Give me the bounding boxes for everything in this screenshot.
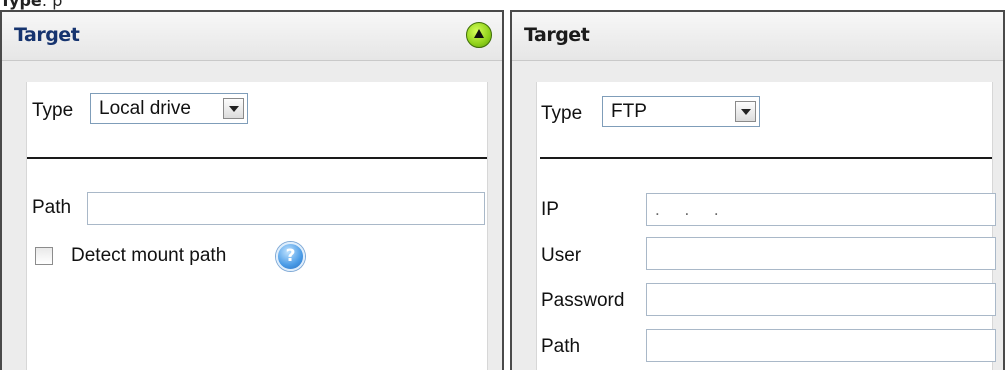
help-glyph: ? — [285, 246, 296, 266]
dropdown-arrow-icon[interactable] — [735, 101, 756, 122]
clipped-heading-rest: : p — [41, 0, 63, 10]
type-select[interactable]: Local drive — [90, 93, 248, 124]
ip-input[interactable] — [646, 193, 996, 226]
collapse-up-icon[interactable] — [466, 22, 492, 48]
clipped-heading: Type: p — [0, 0, 62, 10]
target-panel-ftp: Target Type FTP IP User Password Path — [510, 10, 1005, 370]
type-select[interactable]: FTP — [602, 96, 760, 127]
path-input[interactable] — [646, 329, 996, 362]
panel-title: Target — [524, 24, 590, 46]
divider — [540, 157, 992, 159]
panel-content: Type Local drive Path Detect mount path … — [26, 82, 488, 370]
ip-label: IP — [541, 199, 559, 220]
clipped-heading-bold: Type — [0, 0, 42, 10]
type-label: Type — [541, 103, 583, 124]
panel-header: Target — [2, 12, 502, 61]
type-select-value: Local drive — [99, 98, 191, 119]
top-cut-strip: Type: p — [0, 0, 1005, 10]
type-label: Type — [32, 100, 74, 121]
target-panel-local: Target Type Local drive Path Detect moun… — [0, 10, 504, 370]
divider — [27, 157, 487, 159]
detect-mount-label: Detect mount path — [71, 245, 227, 266]
password-input[interactable] — [646, 283, 996, 316]
dropdown-arrow-icon[interactable] — [223, 98, 244, 119]
user-input[interactable] — [646, 237, 996, 270]
panel-title: Target — [14, 24, 80, 46]
user-label: User — [541, 245, 582, 266]
password-label: Password — [541, 290, 625, 311]
detect-mount-checkbox[interactable] — [35, 247, 53, 265]
path-input[interactable] — [87, 192, 485, 225]
panel-content: Type FTP IP User Password Path — [536, 82, 996, 370]
path-label: Path — [541, 336, 581, 357]
type-select-value: FTP — [611, 101, 647, 122]
path-label: Path — [32, 197, 72, 218]
help-icon[interactable]: ? — [276, 242, 305, 271]
panel-header: Target — [512, 12, 1003, 61]
